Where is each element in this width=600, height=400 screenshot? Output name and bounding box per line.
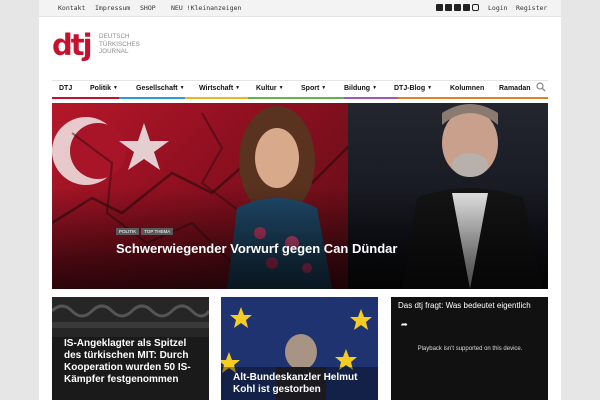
article-card[interactable]: IS-Angeklagter als Spitzel des türkische… <box>52 297 209 400</box>
site-logo[interactable]: dtj DEUTSCH TÜRKISCHES JOURNAL <box>52 30 142 64</box>
stripe-segment <box>248 97 344 99</box>
topbar-link-kontakt[interactable]: Kontakt <box>58 4 85 12</box>
chevron-down-icon: ▼ <box>235 85 241 91</box>
article-card[interactable]: Alt-Bundeskanzler Helmut Kohl ist gestor… <box>221 297 378 400</box>
topbar-link-impressum[interactable]: Impressum <box>95 4 130 12</box>
chevron-down-icon: ▼ <box>113 85 118 91</box>
nav-item-ramadan[interactable]: Ramadan <box>499 85 531 92</box>
search-icon[interactable] <box>536 82 546 92</box>
nav-item-label: DTJ-Blog <box>394 85 426 92</box>
nav-item-label: Wirtschaft <box>199 85 234 92</box>
logo-line-3: JOURNAL <box>99 48 129 55</box>
stripe-segment <box>119 97 185 99</box>
nav-item-label: Politik <box>90 85 112 92</box>
top-bar: Kontakt Impressum SHOP NEU !Kleinanzeige… <box>39 0 561 17</box>
hero-headline[interactable]: Schwerwiegender Vorwurf gegen Can Dündar <box>116 241 397 256</box>
chevron-down-icon: ▼ <box>372 85 378 91</box>
google-plus-icon[interactable] <box>463 4 470 11</box>
hero-article[interactable]: Politik Top Thema Schwerwiegender Vorwur… <box>52 103 548 289</box>
nav-item-label: Sport <box>301 85 320 92</box>
facebook-icon[interactable] <box>436 4 443 11</box>
register-link[interactable]: Register <box>516 4 547 12</box>
nav-item-bildung[interactable]: Bildung ▼ <box>344 85 377 92</box>
nav-item-kultur[interactable]: Kultur ▼ <box>256 85 284 92</box>
nav-item-label: Ramadan <box>499 85 531 92</box>
stripe-segment <box>344 97 398 99</box>
twitter-icon[interactable] <box>445 4 452 11</box>
topbar-link-kleinanzeigen[interactable]: NEU !Kleinanzeigen <box>171 4 241 12</box>
nav-item-dtj-blog[interactable]: DTJ-Blog ▼ <box>394 85 432 92</box>
stripe-segment <box>398 97 548 99</box>
share-arrow-icon[interactable]: ➦ <box>401 320 408 329</box>
nav-item-sport[interactable]: Sport ▼ <box>301 85 326 92</box>
nav-item-dtj[interactable]: DTJ <box>59 85 72 92</box>
login-link[interactable]: Login <box>488 4 508 12</box>
logo-line-1: DEUTSCH <box>99 33 130 40</box>
nav-item-wirtschaft[interactable]: Wirtschaft ▼ <box>199 85 240 92</box>
instagram-icon[interactable] <box>472 4 479 11</box>
logo-wordmark: DEUTSCH TÜRKISCHES JOURNAL <box>99 33 140 56</box>
page: Kontakt Impressum SHOP NEU !Kleinanzeige… <box>39 0 561 400</box>
card-title[interactable]: Alt-Bundeskanzler Helmut Kohl ist gestor… <box>233 372 378 396</box>
logo-line-2: TÜRKISCHES <box>99 40 140 48</box>
stripe-segment <box>185 97 248 99</box>
video-embed[interactable]: Das dtj fragt: Was bedeutet eigentlich ➦… <box>391 297 548 400</box>
nav-item-politik[interactable]: Politik ▼ <box>90 85 118 92</box>
card-title[interactable]: IS-Angeklagter als Spitzel des türkische… <box>64 338 204 386</box>
stripe-segment <box>52 97 119 99</box>
video-title[interactable]: Das dtj fragt: Was bedeutet eigentlich <box>398 301 531 310</box>
nav-color-stripe <box>52 97 548 99</box>
chevron-down-icon: ▼ <box>278 85 284 91</box>
nav-item-label: Bildung <box>344 85 371 92</box>
chevron-down-icon: ▼ <box>321 85 327 91</box>
logo-mark: dtj <box>52 28 93 62</box>
nav-item-label: Kolumnen <box>450 85 485 92</box>
hero-tags: Politik Top Thema <box>116 228 174 235</box>
youtube-icon[interactable] <box>454 4 461 11</box>
topbar-link-shop[interactable]: SHOP <box>140 4 156 12</box>
nav-item-label: Gesellschaft <box>136 85 178 92</box>
nav-item-label: DTJ <box>59 85 73 92</box>
chevron-down-icon: ▼ <box>179 85 185 91</box>
social-links <box>436 4 479 11</box>
tag-politik[interactable]: Politik <box>116 228 140 235</box>
tag-top-thema[interactable]: Top Thema <box>141 228 174 235</box>
nav-item-gesellschaft[interactable]: Gesellschaft ▼ <box>136 85 185 92</box>
main-nav: DTJ Politik ▼ Gesellschaft ▼ Wirtschaft ▼ K… <box>52 80 548 97</box>
hero-overlay <box>52 103 548 289</box>
nav-item-kolumnen[interactable]: Kolumnen <box>450 85 484 92</box>
playback-notice: Playback isn't supported on this device. <box>417 346 523 352</box>
chevron-down-icon: ▼ <box>427 85 433 91</box>
nav-item-label: Kultur <box>256 85 277 92</box>
